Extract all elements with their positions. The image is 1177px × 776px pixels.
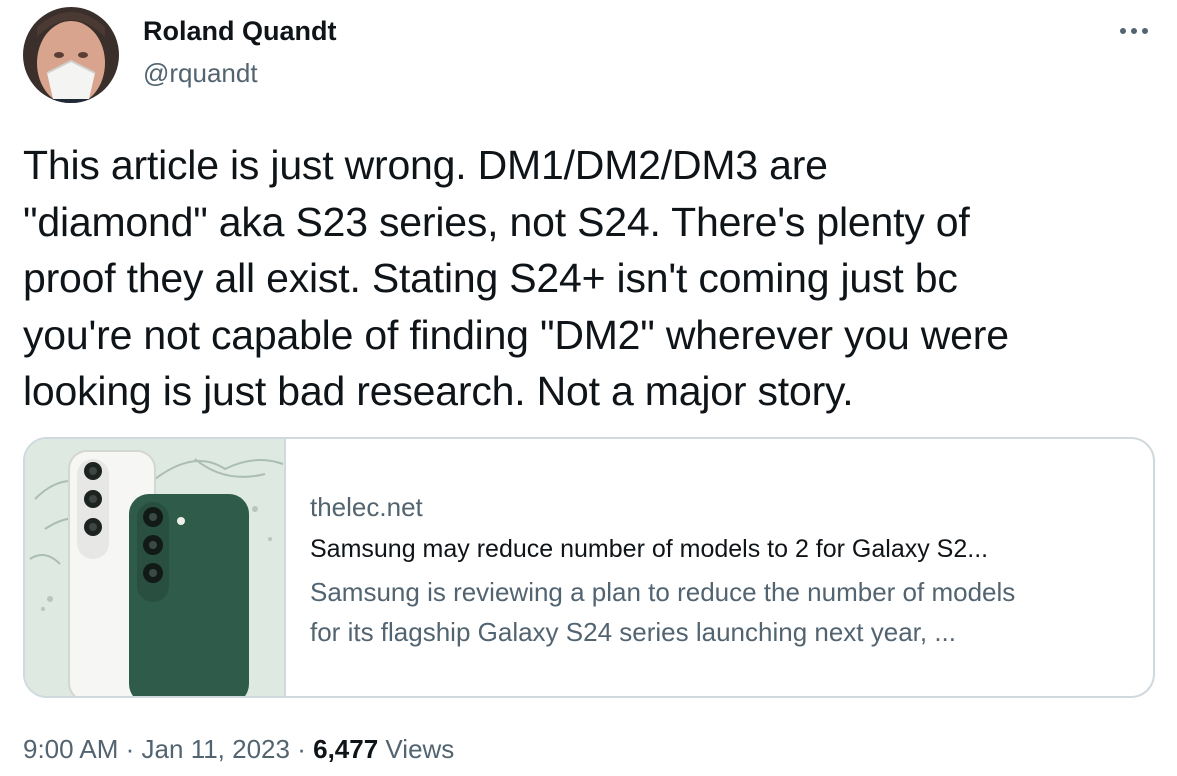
- avatar[interactable]: [23, 7, 119, 103]
- meta-separator: ·: [297, 734, 306, 764]
- tweet-date[interactable]: Jan 11, 2023: [142, 734, 290, 764]
- card-image: [25, 439, 286, 696]
- views-label: Views: [385, 734, 455, 764]
- avatar-image: [23, 7, 119, 103]
- views-count: 6,477: [313, 734, 379, 764]
- card-title: Samsung may reduce number of models to 2…: [310, 535, 989, 563]
- meta-separator: ·: [125, 734, 135, 764]
- tweet-meta: 9:00 AM · Jan 11, 2023 · 6,477 Views: [23, 734, 454, 765]
- author-name[interactable]: Roland Quandt: [143, 16, 336, 47]
- link-card[interactable]: thelec.net Samsung may reduce number of …: [23, 437, 1155, 698]
- card-description-line-1: Samsung is reviewing a plan to reduce th…: [310, 577, 1016, 607]
- more-horizontal-icon: [1120, 28, 1148, 34]
- tweet-text: This article is just wrong. DM1/DM2/DM3 …: [23, 142, 1009, 414]
- card-text: thelec.net Samsung may reduce number of …: [310, 487, 1140, 652]
- tweet-time[interactable]: 9:00 AM: [23, 734, 118, 764]
- card-domain: thelec.net: [310, 492, 423, 522]
- card-description-line-2: for its flagship Galaxy S24 series launc…: [310, 617, 957, 647]
- author-handle[interactable]: @rquandt: [143, 58, 258, 89]
- more-options-button[interactable]: [1116, 16, 1156, 46]
